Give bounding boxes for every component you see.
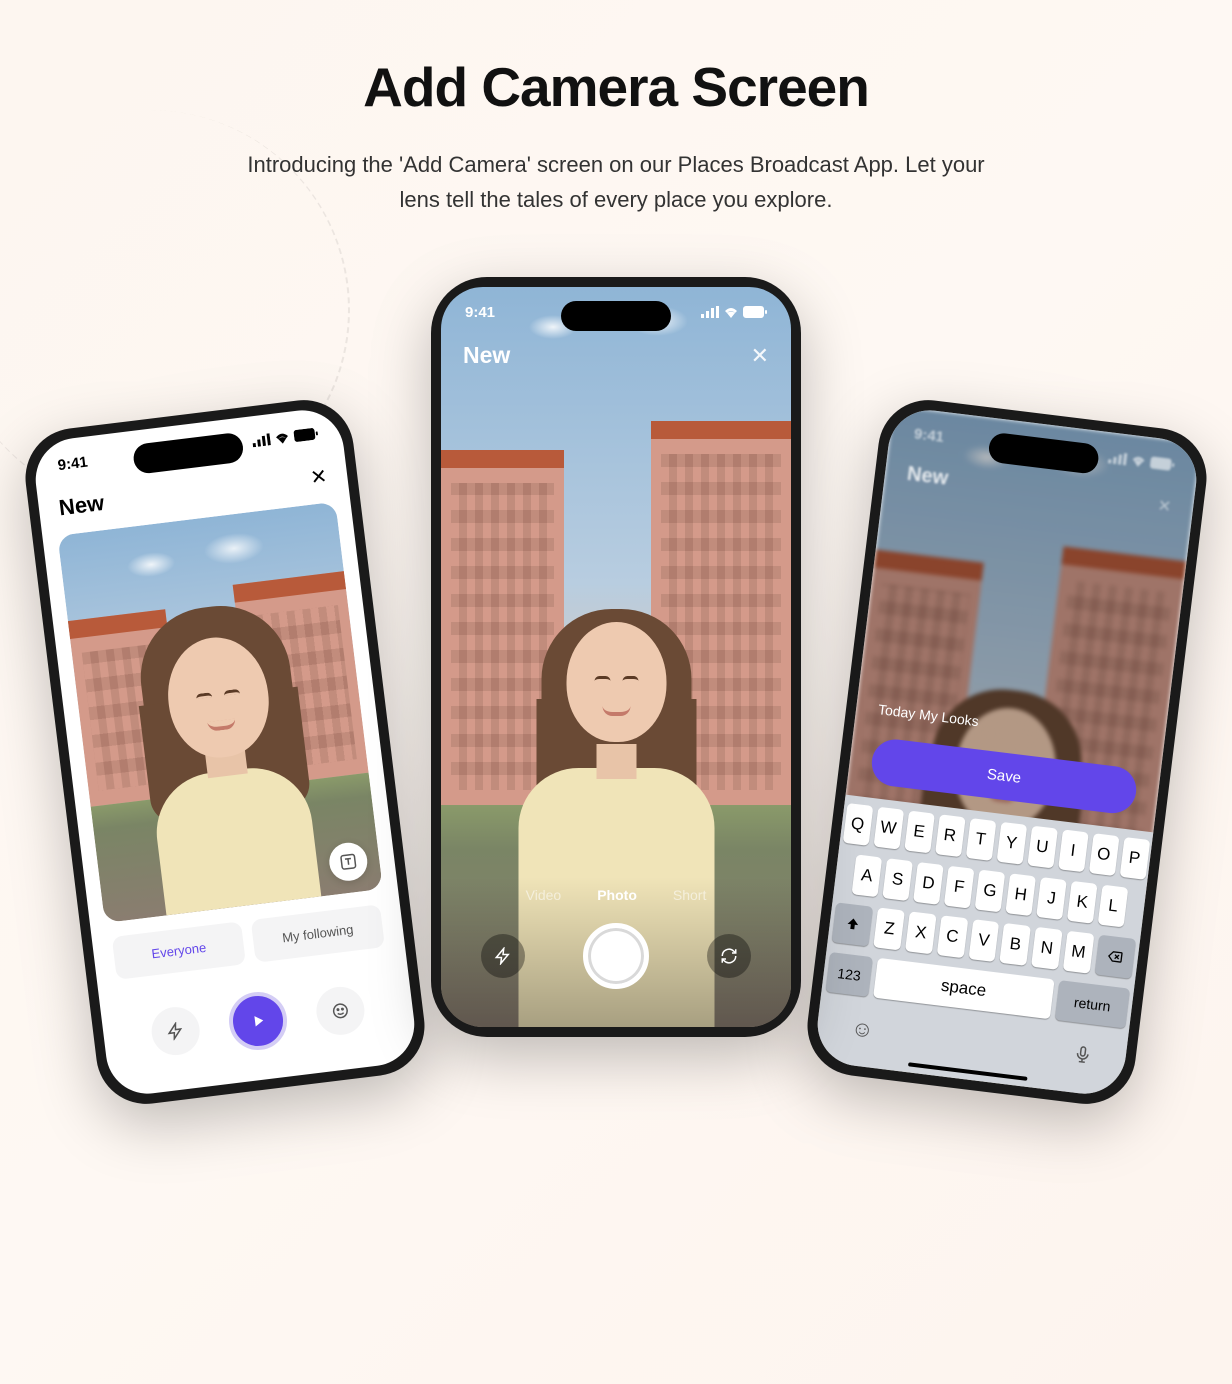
emoji-key[interactable]: ☺	[849, 1016, 875, 1047]
close-icon[interactable]: ✕	[751, 343, 769, 369]
numbers-key[interactable]: 123	[825, 952, 872, 997]
capture-mode-selector: Video Photo Short	[441, 877, 791, 903]
key-x[interactable]: X	[905, 912, 936, 955]
mode-short[interactable]: Short	[673, 887, 706, 903]
dictation-key[interactable]	[1072, 1043, 1093, 1073]
key-p[interactable]: P	[1119, 837, 1150, 880]
photo-preview	[57, 502, 382, 923]
phone-mockup-right: 9:41 New ✕ Today My Looks Save QWERTYUIO…	[802, 395, 1212, 1110]
signal-icon	[1108, 452, 1127, 466]
flash-button[interactable]	[149, 1005, 202, 1058]
key-m[interactable]: M	[1063, 931, 1094, 974]
key-c[interactable]: C	[937, 916, 968, 959]
signal-icon	[252, 434, 271, 448]
page-subtitle: Introducing the 'Add Camera' screen on o…	[226, 147, 1006, 217]
shift-key[interactable]	[832, 903, 874, 947]
flash-button[interactable]	[481, 934, 525, 978]
key-u[interactable]: U	[1027, 826, 1058, 869]
battery-icon	[1150, 457, 1175, 472]
close-icon[interactable]: ✕	[309, 463, 329, 490]
key-w[interactable]: W	[873, 807, 904, 850]
wifi-icon	[723, 306, 739, 318]
status-time: 9:41	[57, 454, 89, 475]
key-d[interactable]: D	[913, 862, 944, 905]
key-f[interactable]: F	[944, 866, 975, 909]
key-o[interactable]: O	[1088, 833, 1119, 876]
key-b[interactable]: B	[1000, 923, 1031, 966]
backspace-key[interactable]	[1094, 935, 1136, 979]
key-t[interactable]: T	[965, 818, 996, 861]
close-icon[interactable]: ✕	[1157, 495, 1173, 516]
wifi-icon	[273, 431, 290, 445]
key-a[interactable]: A	[852, 855, 883, 898]
shutter-button[interactable]	[583, 923, 649, 989]
effects-button[interactable]	[314, 984, 367, 1037]
tab-my-following[interactable]: My following	[251, 905, 385, 964]
keyboard: QWERTYUIOP ASDFGHJKL ZXCVBNM 123 space r…	[813, 795, 1153, 1099]
mode-photo[interactable]: Photo	[597, 887, 637, 903]
screen-title: New	[463, 342, 510, 369]
key-y[interactable]: Y	[996, 822, 1027, 865]
play-button[interactable]	[226, 989, 291, 1054]
key-l[interactable]: L	[1098, 885, 1129, 928]
flip-camera-button[interactable]	[707, 934, 751, 978]
phone-showcase: 9:41 New ✕	[0, 277, 1232, 1177]
status-time: 9:41	[465, 304, 495, 321]
key-r[interactable]: R	[935, 815, 966, 858]
key-k[interactable]: K	[1067, 881, 1098, 924]
key-e[interactable]: E	[904, 811, 935, 854]
phone-mockup-left: 9:41 New ✕	[20, 395, 430, 1110]
battery-icon	[293, 428, 318, 443]
key-n[interactable]: N	[1031, 927, 1062, 970]
status-time: 9:41	[913, 425, 945, 446]
tab-everyone[interactable]: Everyone	[112, 922, 246, 981]
key-g[interactable]: G	[975, 870, 1006, 913]
key-h[interactable]: H	[1005, 874, 1036, 917]
key-q[interactable]: Q	[842, 803, 873, 846]
signal-icon	[701, 306, 719, 318]
page-title: Add Camera Screen	[0, 55, 1232, 119]
wifi-icon	[1130, 454, 1147, 468]
return-key[interactable]: return	[1055, 980, 1131, 1028]
screen-title: New	[57, 490, 105, 521]
key-v[interactable]: V	[968, 919, 999, 962]
battery-icon	[743, 306, 767, 318]
key-s[interactable]: S	[882, 859, 913, 902]
phone-mockup-center: 9:41 New ✕ Video Photo Short	[431, 277, 801, 1037]
key-j[interactable]: J	[1036, 877, 1067, 920]
mode-video[interactable]: Video	[526, 887, 562, 903]
notch	[561, 301, 671, 331]
key-i[interactable]: I	[1058, 830, 1089, 873]
key-z[interactable]: Z	[874, 908, 905, 951]
